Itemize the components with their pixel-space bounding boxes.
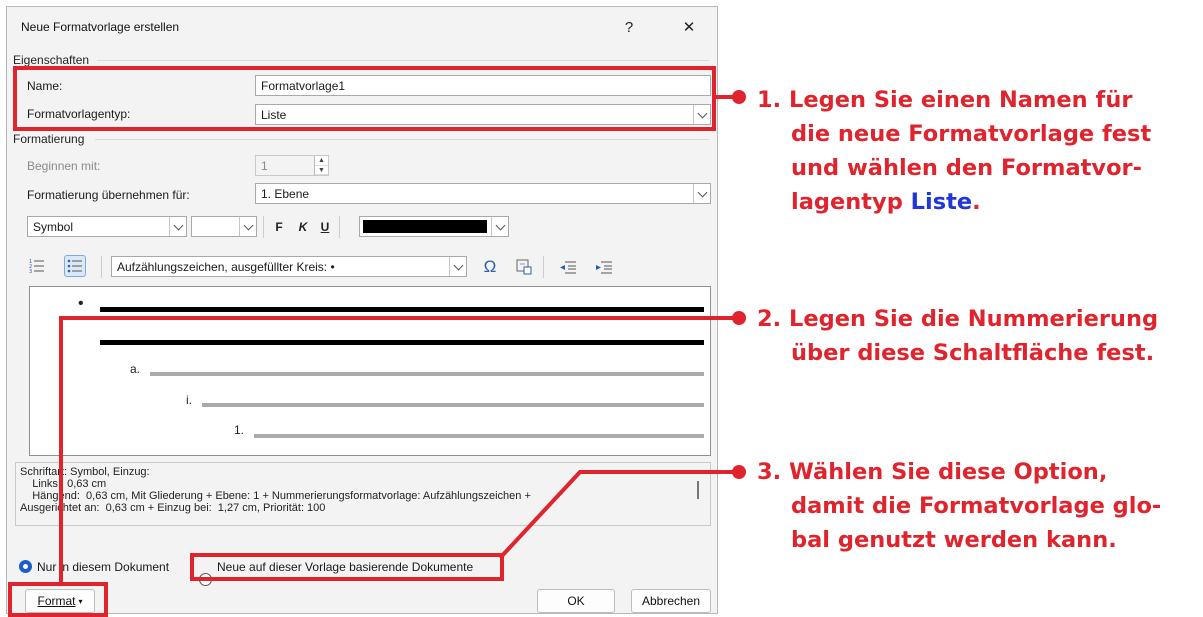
annotation-1-line: 1. Legen Sie einen Namen für [757,87,1133,113]
annotation-1-line: die neue Formatvorlage fest [791,121,1152,147]
annotation-1-line: lagentyp Liste. [757,185,1151,219]
annotation-2-line: 2. Legen Sie die Nummerierung [757,306,1159,332]
annotation-1: 1. Legen Sie einen Namen für die neue Fo… [757,83,1151,219]
annotation-3-line: bal genutzt werden kann. [791,527,1117,553]
connector-dot-3 [732,465,746,479]
annotation-1-line: und wählen den Formatvor- [791,155,1142,181]
annotation-1-text: lagentyp [791,189,911,215]
annotation-2: 2. Legen Sie die Nummerierung über diese… [757,302,1158,370]
annotation-1-highlight: Liste [910,189,973,215]
annotation-3: 3. Wählen Sie diese Option, damit die Fo… [757,455,1161,557]
annotation-3-line: 3. Wählen Sie diese Option, [757,459,1108,485]
annotation-1-text: . [972,189,981,215]
annotation-2-line: über diese Schaltfläche fest. [791,340,1155,366]
annotation-3-line: damit die Formatvorlage glo- [791,493,1162,519]
